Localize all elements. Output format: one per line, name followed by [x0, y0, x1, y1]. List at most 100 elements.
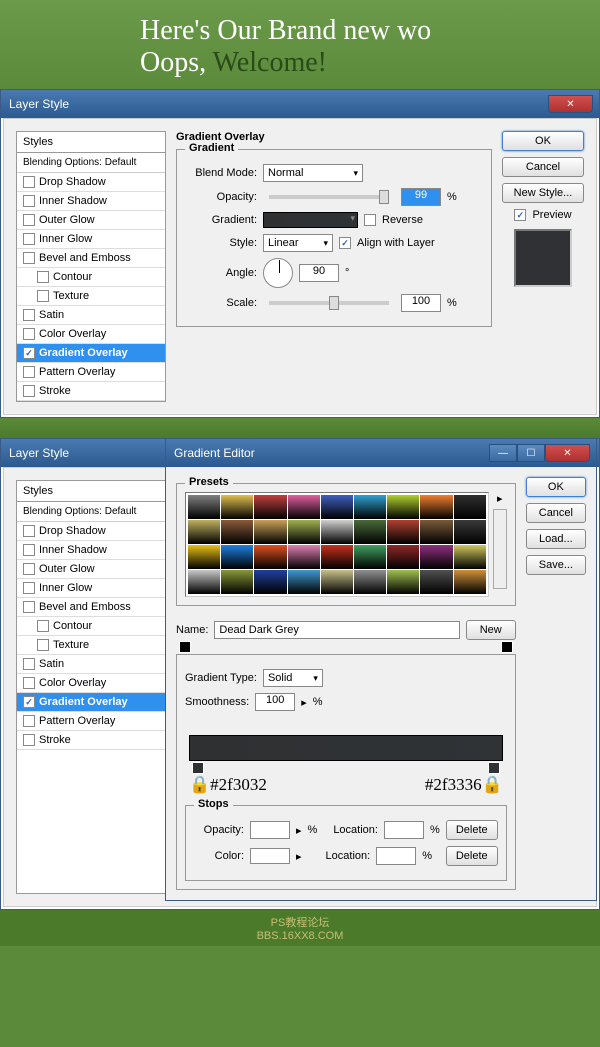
- blend-mode-dropdown[interactable]: Normal: [263, 164, 363, 182]
- checkbox[interactable]: [23, 233, 35, 245]
- preset-swatch[interactable]: [387, 495, 419, 519]
- preset-swatch[interactable]: [288, 495, 320, 519]
- preset-swatch[interactable]: [188, 495, 220, 519]
- opacity-slider[interactable]: [269, 195, 389, 199]
- preset-swatch[interactable]: [221, 520, 253, 544]
- stop-color-swatch[interactable]: [250, 848, 290, 864]
- checkbox[interactable]: [37, 271, 49, 283]
- opacity-stop-left[interactable]: [179, 641, 191, 653]
- preset-swatch[interactable]: [454, 520, 486, 544]
- cancel-button[interactable]: Cancel: [502, 157, 584, 177]
- checkbox[interactable]: [23, 328, 35, 340]
- checkbox[interactable]: [23, 195, 35, 207]
- angle-input[interactable]: 90: [299, 264, 339, 282]
- titlebar[interactable]: Gradient Editor — ☐ ✕: [166, 439, 596, 467]
- preset-swatch[interactable]: [221, 495, 253, 519]
- style-drop-shadow[interactable]: Drop Shadow: [17, 173, 165, 192]
- delete-color-stop[interactable]: Delete: [446, 846, 498, 866]
- preset-swatch[interactable]: [221, 570, 253, 594]
- style-bevel-emboss[interactable]: Bevel and Emboss: [17, 249, 165, 268]
- checkbox[interactable]: [23, 176, 35, 188]
- preset-swatch[interactable]: [354, 520, 386, 544]
- checkbox[interactable]: [23, 214, 35, 226]
- save-button[interactable]: Save...: [526, 555, 586, 575]
- preset-swatch[interactable]: [420, 520, 452, 544]
- style-texture[interactable]: Texture: [17, 287, 165, 306]
- preset-swatch[interactable]: [321, 570, 353, 594]
- checkbox[interactable]: [23, 385, 35, 397]
- gradient-type-dropdown[interactable]: Solid: [263, 669, 323, 687]
- preset-swatch[interactable]: [188, 520, 220, 544]
- align-checkbox[interactable]: [339, 237, 351, 249]
- styles-header[interactable]: Styles: [17, 132, 165, 153]
- dropdown-icon[interactable]: ▸: [301, 696, 307, 709]
- preset-swatch[interactable]: [254, 570, 286, 594]
- preset-swatch[interactable]: [354, 495, 386, 519]
- scrollbar[interactable]: [493, 509, 507, 589]
- new-style-button[interactable]: New Style...: [502, 183, 584, 203]
- preset-swatch[interactable]: [321, 495, 353, 519]
- new-button[interactable]: New: [466, 620, 516, 640]
- preset-swatch[interactable]: [420, 570, 452, 594]
- presets-menu-icon[interactable]: ▸: [493, 492, 507, 505]
- preset-swatch[interactable]: [420, 495, 452, 519]
- checkbox[interactable]: [37, 290, 49, 302]
- preset-swatch[interactable]: [254, 545, 286, 569]
- preset-swatch[interactable]: [254, 495, 286, 519]
- load-button[interactable]: Load...: [526, 529, 586, 549]
- style-color-overlay[interactable]: Color Overlay: [17, 325, 165, 344]
- stop-opacity-input[interactable]: [250, 821, 290, 839]
- blending-options[interactable]: Blending Options: Default: [17, 153, 165, 173]
- minimize-button[interactable]: —: [489, 444, 517, 462]
- cancel-button[interactable]: Cancel: [526, 503, 586, 523]
- style-pattern-overlay[interactable]: Pattern Overlay: [17, 363, 165, 382]
- angle-dial[interactable]: [263, 258, 293, 288]
- checkbox[interactable]: [23, 347, 35, 359]
- style-inner-glow[interactable]: Inner Glow: [17, 230, 165, 249]
- style-gradient-overlay[interactable]: Gradient Overlay: [17, 344, 165, 363]
- stop-color-location[interactable]: [376, 847, 416, 865]
- stop-location-input[interactable]: [384, 821, 424, 839]
- close-button[interactable]: ✕: [548, 95, 593, 113]
- preset-swatch[interactable]: [288, 520, 320, 544]
- preset-swatch[interactable]: [454, 570, 486, 594]
- preview-checkbox[interactable]: [514, 209, 526, 221]
- style-satin[interactable]: Satin: [17, 306, 165, 325]
- preset-swatch[interactable]: [387, 545, 419, 569]
- preset-swatch[interactable]: [288, 570, 320, 594]
- color-stop-right[interactable]: [488, 762, 500, 774]
- maximize-button[interactable]: ☐: [517, 444, 545, 462]
- preset-swatch[interactable]: [354, 570, 386, 594]
- preset-swatch[interactable]: [288, 545, 320, 569]
- preset-swatch[interactable]: [454, 495, 486, 519]
- preset-swatch[interactable]: [420, 545, 452, 569]
- checkbox[interactable]: [23, 252, 35, 264]
- checkbox[interactable]: [23, 366, 35, 378]
- preset-swatch[interactable]: [221, 545, 253, 569]
- preset-swatch[interactable]: [387, 520, 419, 544]
- preset-swatch[interactable]: [188, 570, 220, 594]
- preset-swatch[interactable]: [188, 545, 220, 569]
- scale-slider[interactable]: [269, 301, 389, 305]
- opacity-input[interactable]: 99: [401, 188, 441, 206]
- color-stop-left[interactable]: [192, 762, 204, 774]
- ok-button[interactable]: OK: [526, 477, 586, 497]
- preset-swatch[interactable]: [321, 520, 353, 544]
- style-inner-shadow[interactable]: Inner Shadow: [17, 192, 165, 211]
- reverse-checkbox[interactable]: [364, 214, 376, 226]
- scale-input[interactable]: 100: [401, 294, 441, 312]
- titlebar[interactable]: Layer Style ✕: [1, 90, 599, 118]
- opacity-stop-right[interactable]: [501, 641, 513, 653]
- delete-opacity-stop[interactable]: Delete: [446, 820, 498, 840]
- ok-button[interactable]: OK: [502, 131, 584, 151]
- style-dropdown[interactable]: Linear: [263, 234, 333, 252]
- preset-swatch[interactable]: [354, 545, 386, 569]
- presets-grid[interactable]: [185, 492, 489, 597]
- preset-swatch[interactable]: [254, 520, 286, 544]
- gradient-picker[interactable]: [263, 212, 358, 228]
- name-input[interactable]: [214, 621, 459, 639]
- preset-swatch[interactable]: [387, 570, 419, 594]
- smoothness-input[interactable]: 100: [255, 693, 295, 711]
- style-outer-glow[interactable]: Outer Glow: [17, 211, 165, 230]
- style-stroke[interactable]: Stroke: [17, 382, 165, 401]
